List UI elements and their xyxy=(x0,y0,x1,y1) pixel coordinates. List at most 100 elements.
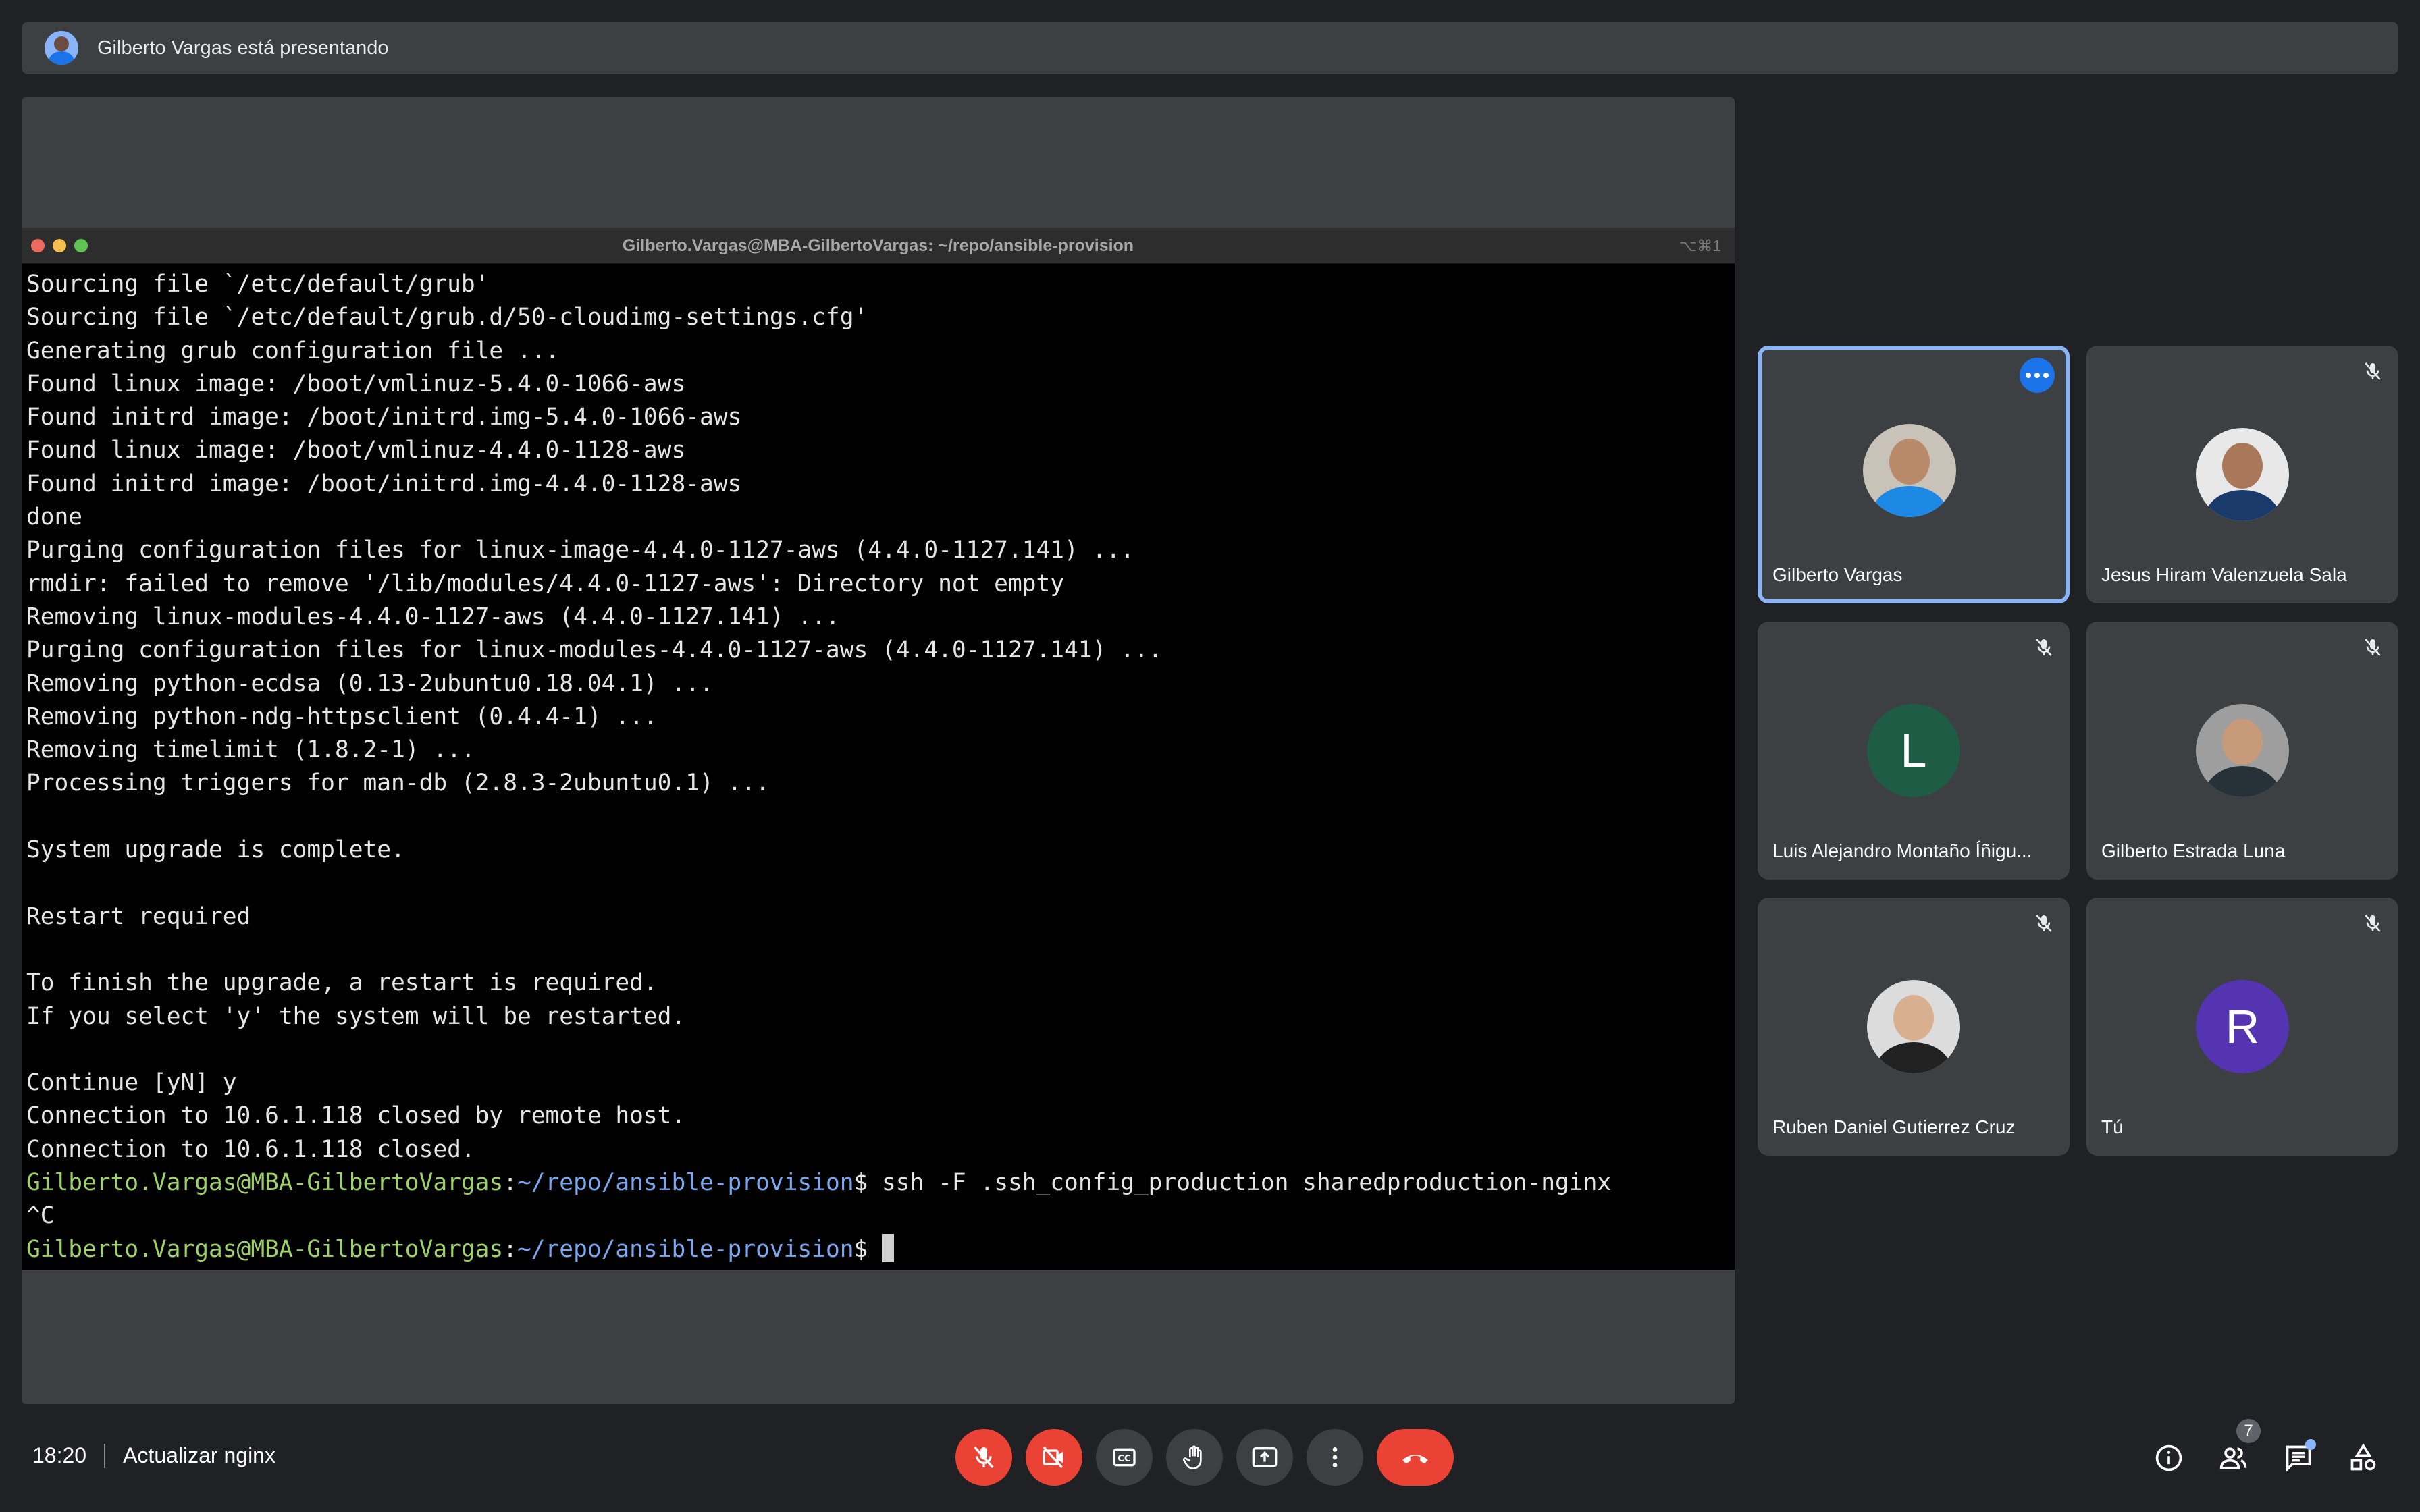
terminal-output: Sourcing file `/etc/default/grub' Sourcin… xyxy=(22,264,1735,1270)
terminal-line: Processing triggers for man-db (2.8.3-2u… xyxy=(26,770,770,797)
tile-more-options-button[interactable] xyxy=(2020,358,2055,393)
terminal-line: rmdir: failed to remove '/lib/modules/4.… xyxy=(26,570,1065,597)
mic-off-icon xyxy=(974,1446,994,1469)
minimize-window-button[interactable] xyxy=(53,239,66,252)
terminal-line: Found linux image: /boot/vmlinuz-5.4.0-1… xyxy=(26,370,686,398)
participant-name: Gilberto Vargas xyxy=(1772,564,1903,585)
terminal-line: Found linux image: /boot/vmlinuz-4.4.0-1… xyxy=(26,437,686,464)
prompt-path: ~/repo/ansible-provision xyxy=(517,1169,854,1197)
participant-tile[interactable]: R Tú xyxy=(2086,898,2398,1156)
info-icon xyxy=(2155,1444,2182,1472)
participant-avatar xyxy=(1863,424,1956,517)
prompt-user-host: Gilberto.Vargas@MBA-GilbertoVargas xyxy=(26,1169,504,1197)
captions-button[interactable]: CC xyxy=(1096,1429,1153,1486)
mic-off-icon xyxy=(2362,637,2384,658)
terminal-title: Gilberto.Vargas@MBA-GilbertoVargas: ~/re… xyxy=(622,236,1134,255)
terminal-line: Generating grub configuration file ... xyxy=(26,337,560,364)
participant-count-badge: 7 xyxy=(2236,1419,2261,1443)
terminal-line: ^C xyxy=(26,1202,55,1230)
mic-off-icon xyxy=(2362,913,2384,934)
mic-off-icon xyxy=(2033,637,2055,658)
terminal-line: Removing timelimit (1.8.2-1) ... xyxy=(26,736,475,764)
participant-avatar: L xyxy=(1867,704,1960,797)
meeting-time: 18:20 xyxy=(32,1443,87,1467)
people-icon xyxy=(2219,1447,2247,1469)
presenter-text: Gilberto Vargas está presentando xyxy=(97,36,389,59)
prompt-command: $ ssh -F .ssh_config_production sharedpr… xyxy=(853,1169,1612,1197)
terminal-line: done xyxy=(26,504,83,531)
prompt-separator: : xyxy=(503,1235,517,1263)
terminal-line: Removing linux-modules-4.4.0-1127-aws (4… xyxy=(26,603,840,630)
terminal-line: Found initrd image: /boot/initrd.img-5.4… xyxy=(26,404,742,431)
terminal-line: Sourcing file `/etc/default/grub' xyxy=(26,271,490,298)
text-cursor xyxy=(882,1233,895,1262)
more-options-button[interactable] xyxy=(1307,1429,1363,1486)
terminal-line: System upgrade is complete. xyxy=(26,836,405,864)
present-screen-icon xyxy=(1252,1447,1278,1467)
camera-off-icon xyxy=(1043,1446,1063,1469)
mic-off-icon xyxy=(2033,913,2055,934)
participant-avatar xyxy=(2196,428,2289,521)
terminal-line: Sourcing file `/etc/default/grub.d/50-cl… xyxy=(26,304,868,331)
people-button[interactable] xyxy=(2217,1442,2250,1474)
terminal-line: To finish the upgrade, a restart is requ… xyxy=(26,969,658,997)
hang-up-icon xyxy=(1402,1455,1428,1464)
raise-hand-button[interactable] xyxy=(1166,1429,1223,1486)
participant-tile[interactable]: Gilberto Vargas xyxy=(1758,346,2070,603)
shared-screen: Gilberto.Vargas@MBA-GilbertoVargas: ~/re… xyxy=(22,97,1735,1404)
prompt-command: $ xyxy=(853,1235,883,1263)
present-button[interactable] xyxy=(1236,1429,1293,1486)
divider xyxy=(104,1443,106,1468)
participant-avatar xyxy=(2196,704,2289,797)
participant-avatar: R xyxy=(2196,980,2289,1073)
end-call-button[interactable] xyxy=(1377,1429,1454,1486)
participant-name: Jesus Hiram Valenzuela Sala xyxy=(2101,564,2347,585)
meeting-details-button[interactable] xyxy=(2153,1442,2185,1474)
terminal-line: Found initrd image: /boot/initrd.img-4.4… xyxy=(26,470,742,497)
avatar-letter: R xyxy=(2225,1000,2260,1053)
meeting-name: Actualizar nginx xyxy=(123,1443,275,1467)
more-vert-icon xyxy=(1332,1447,1338,1467)
prompt-separator: : xyxy=(503,1169,517,1197)
presenter-banner: Gilberto Vargas está presentando xyxy=(22,22,2398,74)
activities-icon xyxy=(2350,1443,2376,1471)
presenter-avatar xyxy=(45,31,78,65)
terminal-line: Purging configuration files for linux-im… xyxy=(26,537,1134,564)
terminal-line: If you select 'y' the system will be res… xyxy=(26,1002,686,1030)
terminal-line: Continue [yN] y xyxy=(26,1069,237,1097)
activities-button[interactable] xyxy=(2347,1442,2379,1474)
bottom-bar: 18:20 Actualizar nginx CC 7 xyxy=(0,1404,2420,1512)
camera-off-button[interactable] xyxy=(1026,1429,1082,1486)
maximize-window-button[interactable] xyxy=(74,239,88,252)
svg-text:CC: CC xyxy=(1117,1454,1131,1464)
terminal-titlebar: Gilberto.Vargas@MBA-GilbertoVargas: ~/re… xyxy=(22,228,1735,264)
participant-name: Ruben Daniel Gutierrez Cruz xyxy=(1772,1116,2016,1137)
participant-name: Tú xyxy=(2101,1116,2124,1137)
terminal-prompt-line: Gilberto.Vargas@MBA-GilbertoVargas:~/rep… xyxy=(26,1166,1735,1199)
raise-hand-icon xyxy=(1182,1445,1202,1470)
prompt-user-host: Gilberto.Vargas@MBA-GilbertoVargas xyxy=(26,1235,504,1263)
terminal-prompt-line: Gilberto.Vargas@MBA-GilbertoVargas:~/rep… xyxy=(26,1233,1735,1266)
participant-tile[interactable]: Jesus Hiram Valenzuela Sala xyxy=(2086,346,2398,603)
terminal-line: Restart required xyxy=(26,902,251,930)
participant-tile[interactable]: Gilberto Estrada Luna xyxy=(2086,622,2398,880)
chat-notification-dot xyxy=(2305,1439,2316,1450)
terminal-line: Purging configuration files for linux-mo… xyxy=(26,637,1163,664)
participant-avatar xyxy=(1867,980,1960,1073)
participant-name: Gilberto Estrada Luna xyxy=(2101,840,2286,861)
terminal-line: Connection to 10.6.1.118 closed by remot… xyxy=(26,1102,686,1130)
mic-off-icon xyxy=(2362,360,2384,382)
participant-name: Luis Alejandro Montaño Íñigu... xyxy=(1772,840,2032,861)
terminal-line: Connection to 10.6.1.118 closed. xyxy=(26,1135,475,1163)
captions-icon: CC xyxy=(1113,1448,1136,1467)
terminal-shortcut: ⌥⌘1 xyxy=(1679,237,1721,254)
mic-off-button[interactable] xyxy=(955,1429,1012,1486)
participant-tile[interactable]: L Luis Alejandro Montaño Íñigu... xyxy=(1758,622,2070,880)
prompt-path: ~/repo/ansible-provision xyxy=(517,1235,854,1263)
close-window-button[interactable] xyxy=(31,239,45,252)
participant-tile[interactable]: Ruben Daniel Gutierrez Cruz xyxy=(1758,898,2070,1156)
